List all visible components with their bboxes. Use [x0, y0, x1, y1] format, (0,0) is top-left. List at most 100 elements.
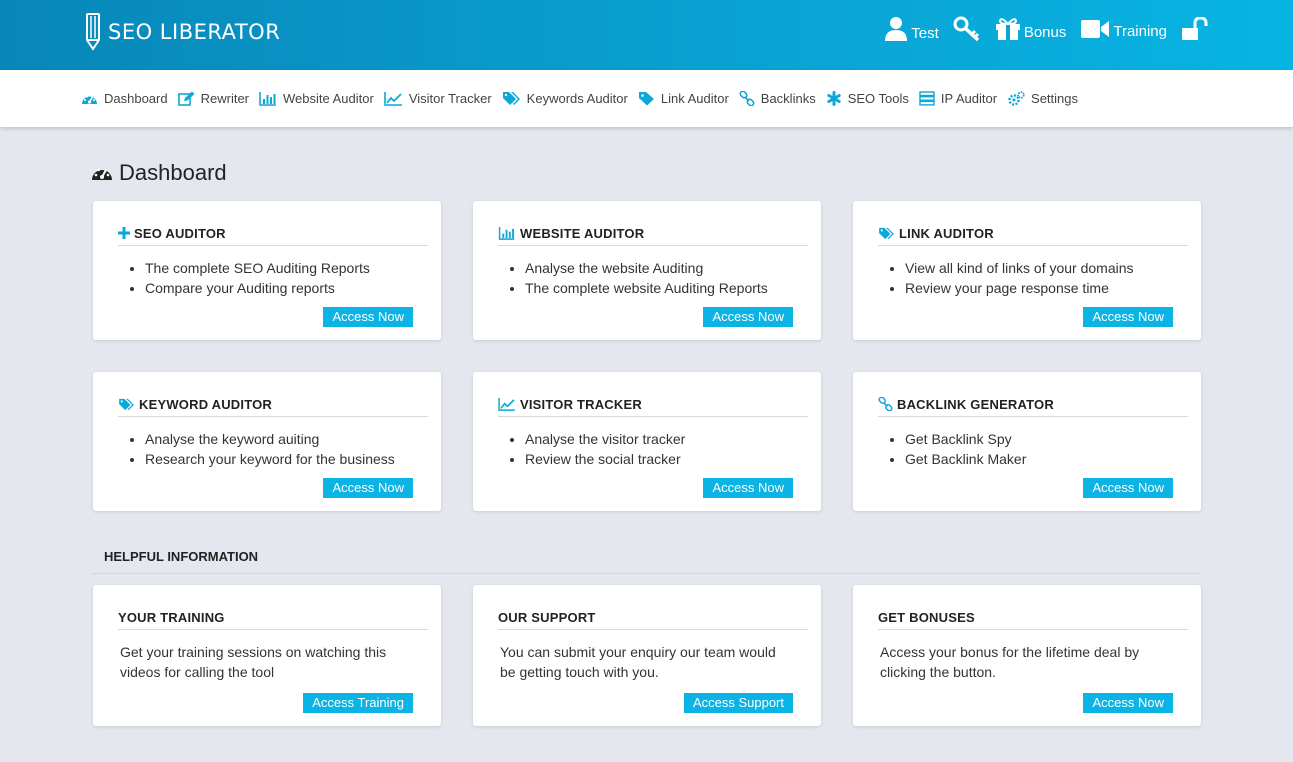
nav-rewriter-label: Rewriter	[200, 91, 250, 106]
access-now-button[interactable]: Access Now	[1083, 693, 1173, 713]
access-now-button[interactable]: Access Now	[1083, 478, 1173, 498]
nav-ip-auditor-label: IP Auditor	[940, 91, 998, 106]
card-header: OUR SUPPORT	[498, 605, 808, 630]
card-website-auditor: WEBSITE AUDITOR Analyse the website Audi…	[473, 201, 821, 340]
list-item: Analyse the keyword auiting	[145, 429, 395, 449]
tags-icon	[879, 227, 894, 239]
line-chart-icon	[498, 397, 515, 411]
training-label: Training	[1113, 23, 1167, 40]
nav-seo-tools[interactable]: SEO Tools	[826, 91, 909, 106]
bar-chart-icon	[259, 91, 277, 106]
card-header: KEYWORD AUDITOR	[118, 392, 428, 417]
access-now-button[interactable]: Access Now	[323, 307, 413, 327]
bar-chart-icon	[498, 226, 515, 240]
brand-logo[interactable]: SEO LIBERATOR	[84, 12, 280, 52]
user-label: Test	[911, 25, 939, 42]
dashboard-icon	[92, 168, 112, 180]
list-item: Review your page response time	[905, 278, 1134, 298]
list-item: Analyse the visitor tracker	[525, 429, 685, 449]
nav-visitor-tracker[interactable]: Visitor Tracker	[384, 91, 492, 106]
feature-list: Analyse the website Auditing The complet…	[525, 258, 768, 298]
bonus-button[interactable]: Bonus	[995, 17, 1066, 41]
access-now-button[interactable]: Access Now	[1083, 307, 1173, 327]
nav-link-auditor-label: Link Auditor	[660, 91, 729, 106]
card-title: OUR SUPPORT	[498, 609, 596, 625]
header-actions: Test Bonus Training	[884, 16, 1209, 42]
card-get-bonuses: GET BONUSES Access your bonus for the li…	[853, 585, 1201, 726]
list-item: Research your keyword for the business	[145, 449, 395, 469]
nav-settings[interactable]: Settings	[1007, 90, 1079, 107]
card-description: Get your training sessions on watching t…	[120, 644, 387, 680]
link-icon	[878, 397, 893, 411]
feature-list: Get Backlink Spy Get Backlink Maker	[905, 429, 1026, 469]
list-item: Review the social tracker	[525, 449, 685, 469]
list-item: Get Backlink Maker	[905, 449, 1026, 469]
card-title: WEBSITE AUDITOR	[520, 225, 645, 241]
card-keyword-auditor: KEYWORD AUDITOR Analyse the keyword auit…	[93, 372, 441, 511]
access-now-button[interactable]: Access Now	[703, 307, 793, 327]
card-description: You can submit your enquiry our team wou…	[500, 644, 776, 680]
access-now-button[interactable]: Access Now	[703, 478, 793, 498]
card-link-auditor: LINK AUDITOR View all kind of links of y…	[853, 201, 1201, 340]
access-now-button[interactable]: Access Now	[323, 478, 413, 498]
nav-backlinks[interactable]: Backlinks	[739, 91, 816, 106]
nav-settings-label: Settings	[1031, 91, 1079, 106]
nav-rewriter[interactable]: Rewriter	[177, 91, 250, 106]
unlock-icon	[1182, 17, 1208, 40]
logout-button[interactable]	[1181, 17, 1209, 41]
user-menu-button[interactable]: Test	[884, 16, 939, 42]
list-item: The complete SEO Auditing Reports	[145, 258, 370, 278]
card-title: LINK AUDITOR	[899, 225, 994, 241]
list-item: Compare your Auditing reports	[145, 278, 370, 298]
top-header: SEO LIBERATOR Test Bonus Training	[0, 0, 1293, 70]
training-button[interactable]: Training	[1080, 18, 1167, 40]
nav-website-auditor-label: Website Auditor	[283, 91, 374, 106]
divider	[92, 573, 1201, 574]
page-title: Dashboard	[91, 160, 227, 186]
key-icon	[953, 16, 979, 42]
dashboard-icon	[82, 95, 97, 104]
tags-icon	[119, 398, 134, 410]
card-description: Access your bonus for the lifetime deal …	[880, 644, 1140, 680]
feature-list: Analyse the visitor tracker Review the s…	[525, 429, 685, 469]
nav-backlinks-label: Backlinks	[760, 91, 816, 106]
card-title: BACKLINK GENERATOR	[897, 396, 1054, 412]
tags-icon	[502, 92, 520, 105]
key-button[interactable]	[953, 16, 981, 42]
card-header: VISITOR TRACKER	[498, 392, 808, 417]
list-item: View all kind of links of your domains	[905, 258, 1134, 278]
card-header: LINK AUDITOR	[878, 221, 1188, 246]
access-training-button[interactable]: Access Training	[303, 693, 413, 713]
nav-ip-auditor[interactable]: IP Auditor	[919, 91, 997, 106]
card-backlink-generator: BACKLINK GENERATOR Get Backlink Spy Get …	[853, 372, 1201, 511]
card-header: YOUR TRAINING	[118, 605, 428, 630]
nav-keywords-auditor-label: Keywords Auditor	[526, 91, 628, 106]
access-support-button[interactable]: Access Support	[683, 693, 793, 713]
card-title: KEYWORD AUDITOR	[139, 396, 272, 412]
card-title: YOUR TRAINING	[118, 609, 225, 625]
card-header: WEBSITE AUDITOR	[498, 221, 808, 246]
nav-seo-tools-label: SEO Tools	[847, 91, 909, 106]
card-header: SEO AUDITOR	[118, 221, 428, 246]
server-icon	[919, 91, 935, 106]
gears-icon	[1008, 90, 1025, 106]
gift-icon	[995, 18, 1020, 40]
line-chart-icon	[384, 91, 402, 106]
list-item: Analyse the website Auditing	[525, 258, 768, 278]
nav-dashboard[interactable]: Dashboard	[81, 91, 168, 106]
nav-keywords-auditor[interactable]: Keywords Auditor	[502, 91, 628, 106]
tag-icon	[638, 92, 654, 106]
nav-link-auditor[interactable]: Link Auditor	[638, 91, 729, 106]
card-title: GET BONUSES	[878, 609, 975, 625]
card-title: VISITOR TRACKER	[520, 396, 642, 412]
asterisk-icon	[827, 91, 841, 106]
nav-website-auditor[interactable]: Website Auditor	[259, 91, 374, 106]
pencil-icon	[86, 13, 100, 51]
nav-dashboard-label: Dashboard	[104, 91, 168, 106]
card-seo-auditor: SEO AUDITOR The complete SEO Auditing Re…	[93, 201, 441, 340]
list-item: Get Backlink Spy	[905, 429, 1026, 449]
feature-list: View all kind of links of your domains R…	[905, 258, 1134, 298]
list-item: The complete website Auditing Reports	[525, 278, 768, 298]
feature-list: The complete SEO Auditing Reports Compar…	[145, 258, 370, 298]
card-header: BACKLINK GENERATOR	[878, 392, 1188, 417]
